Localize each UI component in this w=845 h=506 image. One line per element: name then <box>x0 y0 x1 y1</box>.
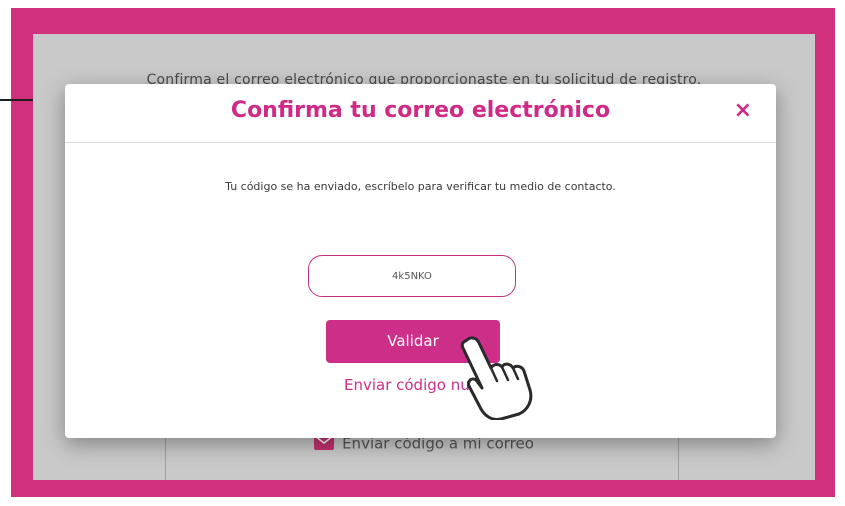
modal-title: Confirma tu correo electrónico <box>230 98 611 123</box>
modal-header: Confirma tu correo electrónico × <box>65 84 776 143</box>
close-icon[interactable]: × <box>734 100 752 122</box>
pointing-hand-icon <box>455 334 535 424</box>
verification-code-input[interactable] <box>308 255 516 297</box>
resend-code-link[interactable]: Enviar código nuevo <box>65 376 776 394</box>
modal-message: Tu código se ha enviado, escríbelo para … <box>225 180 616 193</box>
confirm-email-modal: Confirma tu correo electrónico × Tu códi… <box>65 84 776 438</box>
